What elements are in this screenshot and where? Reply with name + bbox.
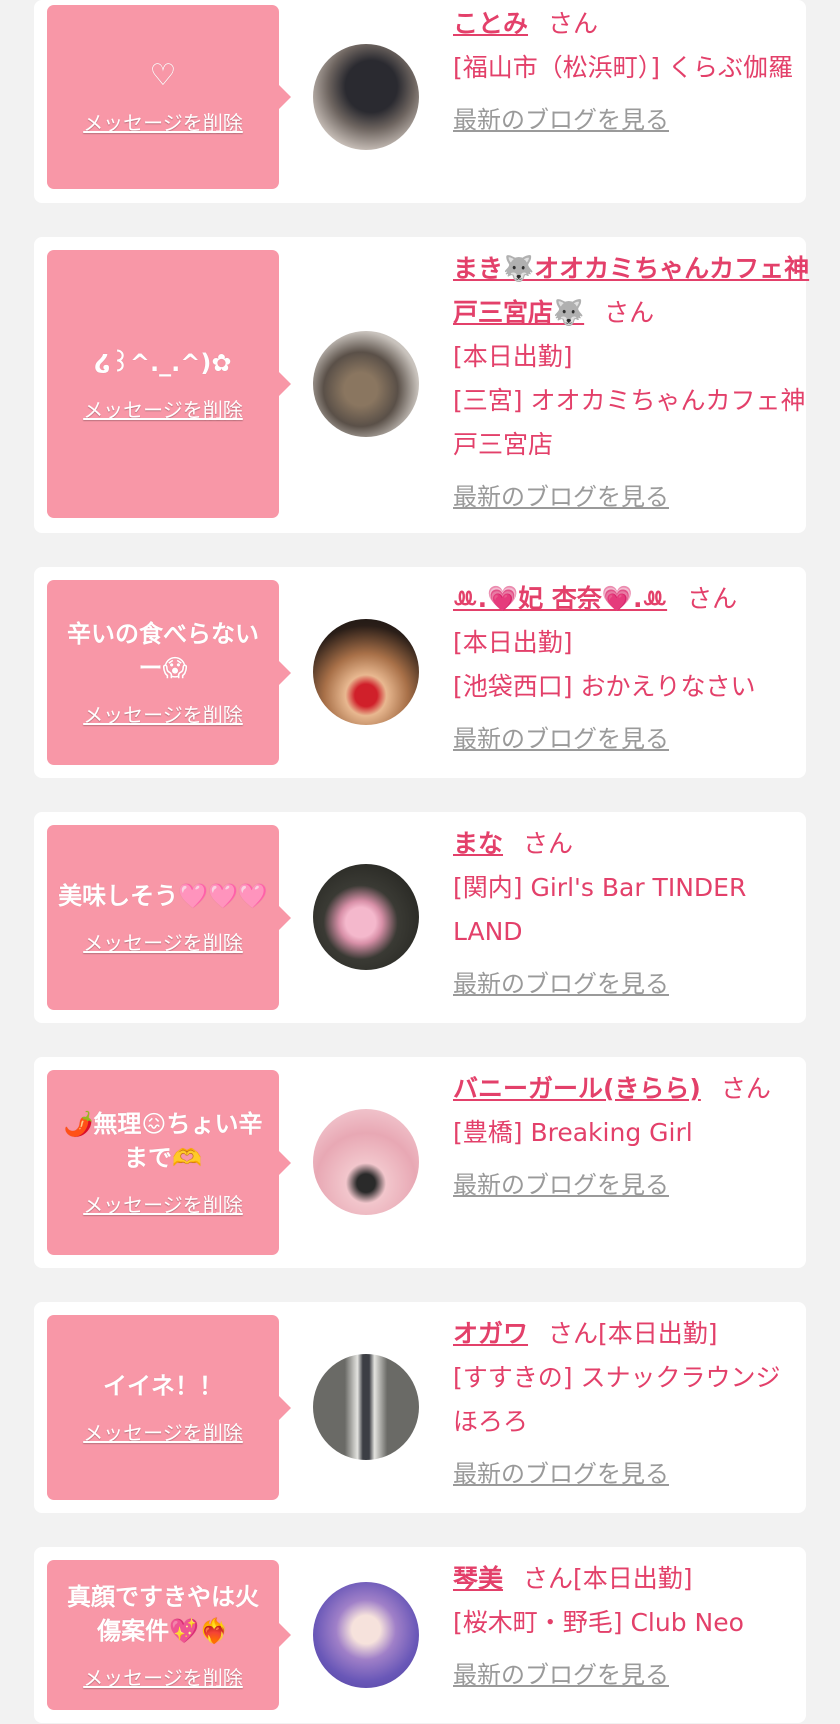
honorific: さん (523, 1564, 574, 1593)
profile-info: バニーガール(きらら) さん [豊橋] Breaking Girl 最新のブログを… (453, 1067, 823, 1207)
avatar[interactable] (313, 1582, 419, 1688)
honorific: さん (720, 1074, 771, 1103)
honorific: さん (604, 298, 655, 327)
message-text: 真顔ですきやは火傷案件💖❤️‍🔥 (67, 1582, 259, 1645)
profile-name-link[interactable]: まな (453, 829, 503, 858)
profile-name-link[interactable]: バニーガール(きらら) (453, 1074, 701, 1103)
avatar[interactable] (313, 44, 419, 150)
profile-info: ꔛ.💗妃 杏奈💗.ꔛ さん [本日出勤] [池袋西口] おかえりなさい 最新のブロ… (453, 577, 823, 761)
honorific: さん (548, 1319, 599, 1348)
message-text: 辛いの食べらないー😱 (67, 620, 259, 682)
message-card: 真顔ですきやは火傷案件💖❤️‍🔥 メッセージを削除 琴美 さん[本日出勤] [桜木… (34, 1547, 806, 1723)
delete-message-button[interactable]: メッセージを削除 (83, 1189, 243, 1218)
delete-message-button[interactable]: メッセージを削除 (83, 1417, 243, 1446)
avatar[interactable] (313, 331, 419, 437)
shop-name: おかえりなさい (580, 672, 756, 701)
shop-name: くらぶ伽羅 (667, 53, 793, 82)
message-card: イイネ！！ メッセージを削除 オガワ さん[本日出勤] [すすきの] スナックラウ… (34, 1302, 806, 1513)
view-latest-blog-link[interactable]: 最新のブログを見る (453, 475, 823, 519)
message-text: 🌶️無理😖ちょい辛まで🫶 (63, 1110, 263, 1172)
message-card: ໒꒱^._.^)✿ メッセージを削除 まき🐺オオカミちゃんカフェ神戸三宮店🐺 さん… (34, 237, 809, 533)
message-bubble: 🌶️無理😖ちょい辛まで🫶 メッセージを削除 (47, 1070, 291, 1255)
message-text: ໒꒱^._.^)✿ (94, 348, 232, 377)
attendance-status: [本日出勤] (453, 628, 573, 657)
view-latest-blog-link[interactable]: 最新のブログを見る (453, 717, 823, 761)
message-bubble: ♡ メッセージを削除 (47, 5, 291, 189)
view-latest-blog-link[interactable]: 最新のブログを見る (453, 98, 823, 142)
delete-message-button[interactable]: メッセージを削除 (83, 699, 243, 728)
shop-name: Club Neo (630, 1608, 744, 1637)
avatar[interactable] (313, 1109, 419, 1215)
attendance-status: [本日出勤] (573, 1564, 693, 1593)
avatar[interactable] (313, 619, 419, 725)
area-label: [桜木町・野毛] (453, 1608, 623, 1637)
delete-message-button[interactable]: メッセージを削除 (83, 394, 243, 423)
message-card: 美味しそう🩷🩷🩷 メッセージを削除 まな さん [関内] Girl's Bar T… (34, 812, 806, 1023)
message-text: ♡ (149, 57, 177, 93)
message-bubble: 美味しそう🩷🩷🩷 メッセージを削除 (47, 825, 291, 1010)
message-bubble: イイネ！！ メッセージを削除 (47, 1315, 291, 1500)
avatar[interactable] (313, 1354, 419, 1460)
area-label: [豊橋] (453, 1118, 523, 1147)
message-bubble: 辛いの食べらないー😱 メッセージを削除 (47, 580, 291, 765)
message-card: 🌶️無理😖ちょい辛まで🫶 メッセージを削除 バニーガール(きらら) さん [豊橋]… (34, 1057, 806, 1268)
profile-name-link[interactable]: ことみ (453, 9, 528, 38)
profile-name-link[interactable]: オガワ (453, 1319, 528, 1348)
shop-name: Breaking Girl (530, 1118, 693, 1147)
profile-info: まな さん [関内] Girl's Bar TINDER LAND 最新のブログを… (453, 822, 823, 1006)
area-label: [池袋西口] (453, 672, 573, 701)
profile-info: ことみ さん [福山市（松浜町）] くらぶ伽羅 最新のブログを見る (453, 2, 823, 142)
area-label: [すすきの] (453, 1363, 573, 1392)
delete-message-button[interactable]: メッセージを削除 (83, 927, 243, 956)
message-bubble: ໒꒱^._.^)✿ メッセージを削除 (47, 250, 291, 518)
view-latest-blog-link[interactable]: 最新のブログを見る (453, 1163, 823, 1207)
honorific: さん (523, 829, 574, 858)
delete-message-button[interactable]: メッセージを削除 (83, 107, 243, 136)
message-text: イイネ！！ (103, 1372, 223, 1400)
message-bubble: 真顔ですきやは火傷案件💖❤️‍🔥 メッセージを削除 (47, 1560, 291, 1710)
avatar[interactable] (313, 864, 419, 970)
message-card: ♡ メッセージを削除 ことみ さん [福山市（松浜町）] くらぶ伽羅 最新のブログ… (34, 0, 806, 203)
area-label: [三宮] (453, 386, 523, 415)
message-card: 辛いの食べらないー😱 メッセージを削除 ꔛ.💗妃 杏奈💗.ꔛ さん [本日出勤] … (34, 567, 806, 778)
profile-name-link[interactable]: ꔛ.💗妃 杏奈💗.ꔛ (453, 584, 667, 613)
honorific: さん (548, 9, 599, 38)
view-latest-blog-link[interactable]: 最新のブログを見る (453, 1452, 823, 1496)
profile-info: まき🐺オオカミちゃんカフェ神戸三宮店🐺 さん [本日出勤] [三宮] オオカミちゃ… (453, 247, 823, 519)
delete-message-button[interactable]: メッセージを削除 (83, 1662, 243, 1691)
message-text: 美味しそう🩷🩷🩷 (58, 882, 268, 910)
view-latest-blog-link[interactable]: 最新のブログを見る (453, 962, 823, 1006)
honorific: さん (687, 584, 738, 613)
attendance-status: [本日出勤] (598, 1319, 718, 1348)
view-latest-blog-link[interactable]: 最新のブログを見る (453, 1653, 823, 1697)
area-label: [関内] (453, 873, 523, 902)
profile-info: 琴美 さん[本日出勤] [桜木町・野毛] Club Neo 最新のブログを見る (453, 1557, 823, 1697)
profile-name-link[interactable]: 琴美 (453, 1564, 503, 1593)
profile-info: オガワ さん[本日出勤] [すすきの] スナックラウンジ ほろろ 最新のブログを見… (453, 1312, 823, 1496)
area-label: [福山市（松浜町）] (453, 53, 661, 82)
attendance-status: [本日出勤] (453, 342, 573, 371)
